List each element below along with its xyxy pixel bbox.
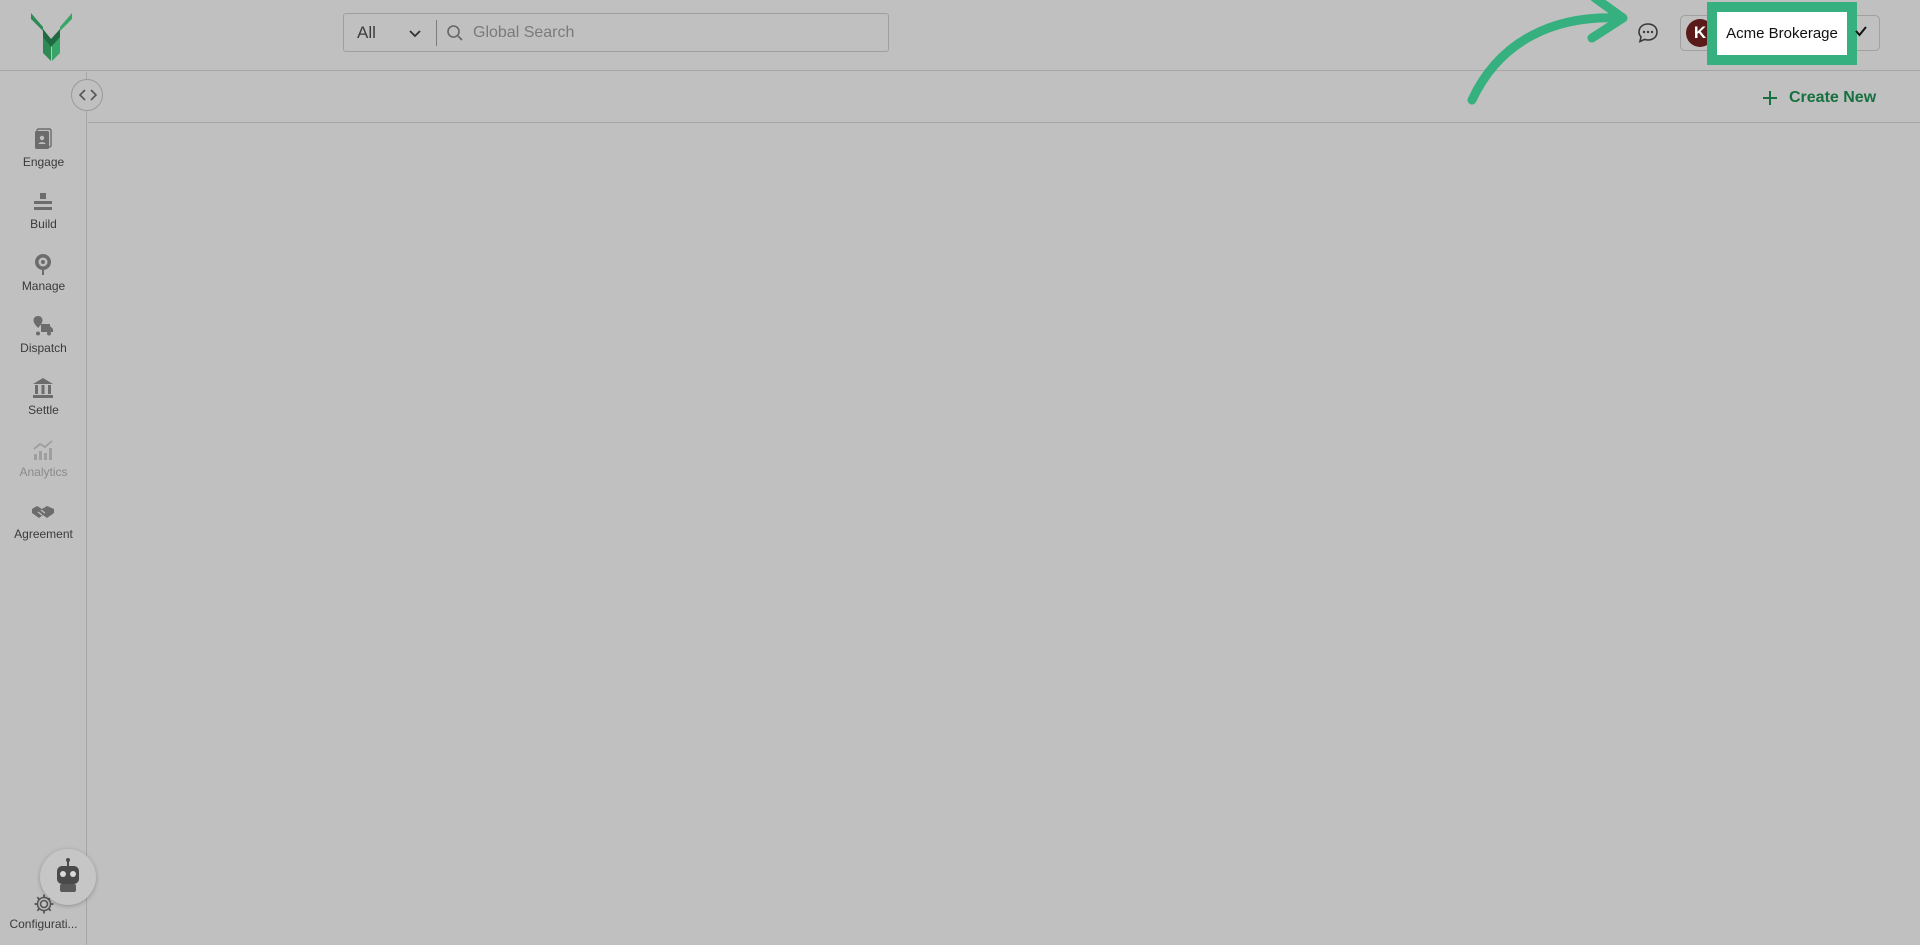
sidebar-item-label: Engage: [22, 155, 65, 169]
sidebar-item-label: Analytics: [19, 465, 68, 479]
search-input[interactable]: Global Search: [473, 24, 574, 42]
create-new-label: Create New: [1789, 89, 1877, 106]
settle-icon: [33, 378, 53, 398]
sidebar-item-manage[interactable]: Manage: [0, 252, 87, 308]
sidebar-item-label: Agreement: [14, 527, 73, 541]
sidebar-item-settle[interactable]: Settle: [0, 376, 87, 432]
page-toolbar: [88, 72, 1920, 123]
plus-icon: [1763, 91, 1777, 105]
search-icon: [447, 25, 463, 41]
sidebar-item-label: Configurati...: [9, 917, 78, 931]
search-divider: [436, 20, 437, 46]
sidebar-item-label: Build: [30, 217, 57, 231]
manage-icon: [35, 254, 51, 275]
chat-icon[interactable]: [1636, 21, 1660, 45]
build-icon: [34, 193, 52, 210]
engage-icon: [35, 128, 52, 149]
top-bar: All Global Search: [0, 0, 1920, 71]
code-brackets-icon: [79, 89, 97, 101]
robot-icon: [57, 858, 79, 892]
global-search[interactable]: All Global Search: [343, 13, 889, 52]
logo-icon[interactable]: [29, 9, 74, 62]
sidebar-collapse-button[interactable]: [71, 79, 103, 111]
check-icon: [1855, 26, 1867, 37]
sidebar-item-label: Dispatch: [20, 341, 67, 355]
sidebar-item-analytics[interactable]: Analytics: [0, 438, 87, 494]
sidebar-item-label: Settle: [28, 403, 59, 417]
assistant-robot-button[interactable]: [40, 849, 96, 905]
sidebar-item-engage[interactable]: Engage: [0, 128, 87, 184]
org-name[interactable]: Acme Brokerage: [1707, 2, 1857, 65]
sidebar-item-dispatch[interactable]: Dispatch: [0, 314, 87, 370]
chevron-down-icon[interactable]: [407, 25, 423, 41]
dispatch-icon: [33, 316, 53, 336]
sidebar-item-build[interactable]: Build: [0, 190, 87, 246]
handshake-icon: [32, 506, 54, 518]
search-scope-select[interactable]: All: [357, 23, 376, 43]
sidebar-item-label: Manage: [21, 279, 66, 293]
sidebar-item-agreement[interactable]: Agreement: [0, 500, 87, 556]
analytics-icon: [33, 440, 53, 460]
